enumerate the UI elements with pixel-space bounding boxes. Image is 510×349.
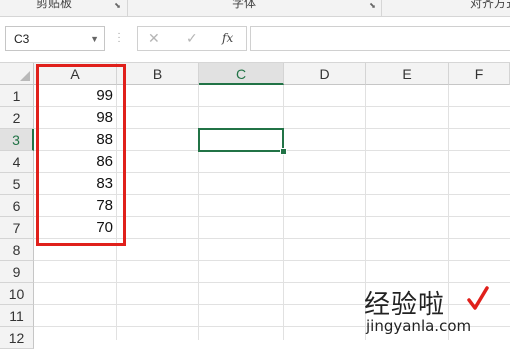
row-header-4[interactable]: 4	[0, 151, 34, 173]
row-header-1[interactable]: 1	[0, 85, 34, 107]
select-all-triangle-icon	[20, 71, 30, 81]
check-mark-icon	[467, 286, 489, 310]
name-box-value: C3	[14, 32, 30, 46]
row-header-9[interactable]: 9	[0, 261, 34, 283]
select-all-button[interactable]	[0, 63, 34, 85]
row-header-5[interactable]: 5	[0, 173, 34, 195]
formula-buttons: ✕ ✓ fx	[137, 26, 247, 51]
ribbon-group-font-label: 字体	[232, 0, 257, 10]
ribbon-group-strip: 剪贴板 ⬊ 字体 ⬊ 对齐方式	[0, 0, 510, 17]
gridline	[283, 85, 284, 340]
row-header-8[interactable]: 8	[0, 239, 34, 261]
formula-bar: C3 ▼ · · · ✕ ✓ fx	[0, 17, 510, 63]
column-header-f[interactable]: F	[449, 63, 510, 85]
insert-function-icon[interactable]: fx	[222, 31, 233, 45]
name-box[interactable]: C3 ▼	[5, 26, 105, 51]
row-header-11[interactable]: 11	[0, 305, 34, 327]
ribbon-separator	[127, 0, 128, 16]
gridline	[34, 282, 510, 283]
ribbon-group-alignment-label: 对齐方式	[470, 0, 510, 10]
clipboard-dialog-launcher-icon[interactable]: ⬊	[113, 1, 122, 10]
drag-handle-icon[interactable]: · · ·	[117, 29, 121, 47]
row-header-10[interactable]: 10	[0, 283, 34, 305]
row-header-3[interactable]: 3	[0, 129, 34, 151]
ribbon-group-clipboard-label: 剪贴板	[36, 0, 73, 10]
highlight-box	[36, 64, 126, 246]
watermark-text: 经验啦	[364, 290, 446, 320]
enter-icon[interactable]: ✓	[186, 30, 198, 47]
gridline	[198, 85, 199, 340]
fill-handle[interactable]	[280, 148, 287, 155]
watermark: 经验啦 jingyanla.com	[362, 284, 508, 338]
column-header-d[interactable]: D	[284, 63, 366, 85]
row-header-12[interactable]: 12	[0, 327, 34, 349]
font-dialog-launcher-icon[interactable]: ⬊	[368, 1, 377, 10]
row-header-7[interactable]: 7	[0, 217, 34, 239]
ribbon-separator	[381, 0, 382, 16]
formula-input[interactable]	[250, 26, 510, 51]
row-header-6[interactable]: 6	[0, 195, 34, 217]
gridline	[34, 260, 510, 261]
column-header-e[interactable]: E	[366, 63, 449, 85]
column-header-c[interactable]: C	[199, 63, 284, 85]
watermark-url: jingyanla.com	[366, 317, 472, 335]
chevron-down-icon[interactable]: ▼	[90, 34, 99, 44]
active-cell-c3[interactable]	[198, 128, 284, 152]
row-header-2[interactable]: 2	[0, 107, 34, 129]
cancel-icon[interactable]: ✕	[148, 30, 160, 47]
column-header-b[interactable]: B	[117, 63, 199, 85]
